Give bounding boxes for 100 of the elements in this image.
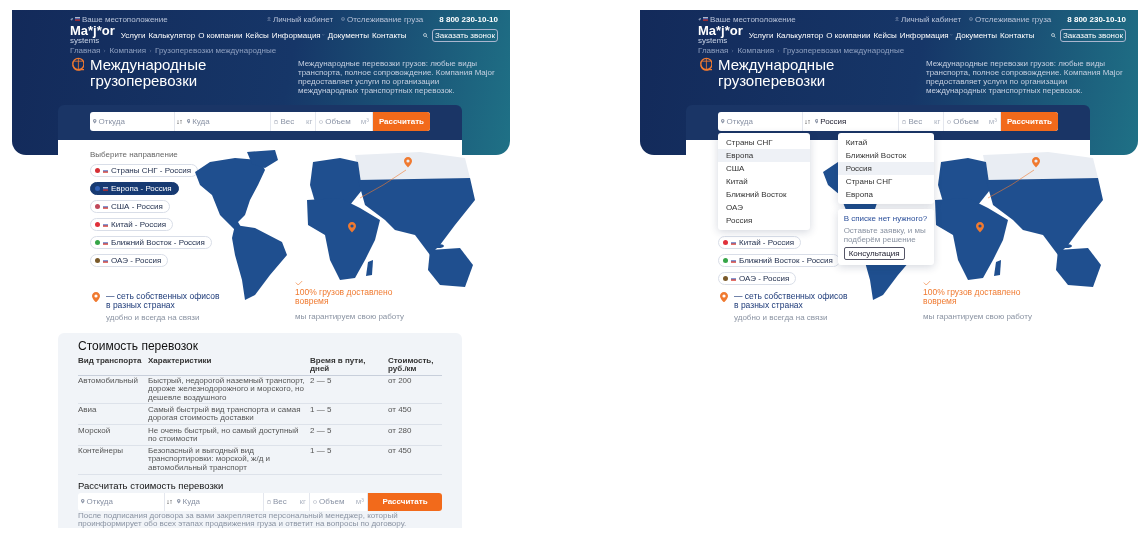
location-pin-icon (720, 292, 728, 303)
scale-icon (274, 119, 279, 124)
direction-chip[interactable]: ОАЭ - Россия (90, 254, 169, 267)
flag-icon (103, 186, 108, 191)
nav-item[interactable]: Кейсы (245, 30, 269, 40)
nav-item[interactable]: Информация (899, 30, 953, 40)
swap-icon (804, 118, 810, 125)
direction-chip[interactable]: Китай - Россия (718, 236, 801, 249)
callback-button[interactable]: Заказать звонок (1060, 28, 1126, 42)
check-icon (923, 280, 931, 286)
target-icon (969, 17, 974, 21)
user-icon (266, 17, 271, 21)
page-description: Международные перевозки грузов: любые виды транспорта, полное сопровождение. Компания Major предоставляет услуги по организации международных транспортных перевозок. (298, 59, 496, 95)
account-link[interactable]: Личный кабинет (900, 14, 962, 24)
column-header: Стоимость, руб./км (388, 355, 442, 376)
direction-chip[interactable]: Ближний Восток - Россия (90, 236, 212, 249)
breadcrumb-link[interactable]: Грузоперевозки международные (155, 46, 277, 55)
direction-chip[interactable]: Ближний Восток - Россия (718, 254, 840, 267)
flag-icon (103, 168, 108, 173)
direction-chip[interactable]: Страны СНГ - Россия (90, 164, 198, 177)
breadcrumb-link[interactable]: Грузоперевозки международные (783, 46, 905, 55)
dropdown-option[interactable]: Европа (718, 149, 810, 162)
nav-item[interactable]: О компании (826, 30, 871, 40)
logo[interactable]: Ma*j*or (698, 25, 743, 37)
logo[interactable]: Ma*j*or (70, 25, 115, 37)
nav-item[interactable]: Документы (327, 30, 369, 40)
scale-icon (902, 119, 907, 124)
page-title: Международные грузоперевозки (90, 57, 208, 89)
phone-number[interactable]: 8 800 230-10-10 (1067, 14, 1126, 24)
dropdown-option[interactable]: Китай (718, 175, 810, 188)
flag-icon (731, 276, 736, 281)
table-cell: Контейнеры (78, 445, 148, 475)
flag-icon (103, 204, 108, 209)
flag-icon (75, 17, 80, 21)
direction-chip[interactable]: Китай - Россия (90, 218, 173, 231)
nav-item[interactable]: Документы (955, 30, 997, 40)
dropdown-option[interactable]: Китай (837, 136, 934, 149)
route-line (359, 169, 407, 199)
location-icon (814, 119, 819, 124)
nav-item[interactable]: Калькулятор (776, 30, 824, 40)
help-title: В списке нет нужного? (843, 214, 928, 223)
logo-subtitle: systems (70, 37, 100, 45)
to-field[interactable]: Россия (811, 112, 900, 131)
nav-item[interactable]: О компании (198, 30, 243, 40)
nav-item[interactable]: Контакты (999, 30, 1035, 40)
nav-item[interactable]: Информация (271, 30, 325, 40)
dropdown-option[interactable]: Россия (718, 214, 810, 227)
direction-chip[interactable]: ОАЭ - Россия (718, 272, 797, 285)
location-arrow-icon (70, 17, 73, 21)
location-icon (721, 119, 725, 124)
location-pin-icon (1032, 157, 1040, 168)
table-cell: Авиа (78, 404, 148, 426)
stat-text: — сеть собственных офисов в разных странах (106, 292, 221, 310)
table-cell: 2 — 5 (310, 375, 388, 405)
island (366, 260, 373, 276)
page-description: Международные перевозки грузов: любые виды транспорта, полное сопровождение. Компания Major предоставляет услуги по организации международных транспортных перевозок. (926, 59, 1124, 95)
user-icon (894, 17, 899, 21)
dropdown-option[interactable]: Страны СНГ (718, 136, 810, 149)
cube-icon (947, 119, 952, 124)
consultation-button[interactable]: Консультация (843, 247, 905, 260)
stat-text: 100% грузов доставлено вовремя (295, 288, 394, 306)
help-text: Оставьте заявку, и мы подберём решение (843, 226, 927, 244)
tracking-link[interactable]: Отслеживание груза (975, 14, 1052, 24)
island (994, 260, 1001, 276)
nav-item[interactable]: Услуги (748, 30, 774, 40)
direction-chip[interactable]: США - Россия (90, 200, 170, 213)
stat-caption: мы гарантируем свою работу (923, 312, 1033, 321)
stat-text: — сеть собственных офисов в разных странах (734, 292, 849, 310)
nav-item[interactable]: Калькулятор (148, 30, 196, 40)
flag-icon (103, 222, 108, 227)
callback-button[interactable]: Заказать звонок (432, 28, 498, 42)
directions-heading: Выберите направление (90, 150, 178, 159)
swap-icon (176, 118, 182, 125)
table-cell: 2 — 5 (310, 425, 388, 446)
breadcrumb-link[interactable]: Главная (698, 46, 729, 55)
breadcrumb-link[interactable]: Главная (70, 46, 101, 55)
nav-item[interactable]: Услуги (120, 30, 146, 40)
dropdown-option[interactable]: США (718, 162, 810, 175)
target-icon (341, 17, 346, 21)
swap-icon (167, 498, 172, 505)
search-icon (423, 32, 429, 38)
phone-number[interactable]: 8 800 230-10-10 (439, 14, 498, 24)
tracking-link[interactable]: Отслеживание груза (347, 14, 424, 24)
dropdown-option[interactable]: Страны СНГ (837, 175, 934, 188)
direction-chip[interactable]: Европа - Россия (90, 182, 179, 195)
island (247, 150, 278, 168)
breadcrumb-link[interactable]: Компания (109, 46, 147, 55)
nav-item[interactable]: Контакты (371, 30, 407, 40)
dropdown-option[interactable]: Ближний Восток (718, 188, 810, 201)
location-text[interactable]: Ваше местоположение (82, 14, 168, 24)
location-pin-icon (404, 157, 412, 168)
dropdown-option[interactable]: ОАЭ (718, 201, 810, 214)
dropdown-option[interactable]: Ближний Восток (837, 149, 934, 162)
account-link[interactable]: Личный кабинет (272, 14, 334, 24)
dropdown-option[interactable]: Европа (837, 188, 934, 201)
location-text[interactable]: Ваше местоположение (710, 14, 796, 24)
dropdown-option[interactable]: Россия (837, 162, 934, 175)
flag-icon (103, 258, 108, 263)
breadcrumb-link[interactable]: Компания (737, 46, 775, 55)
nav-item[interactable]: Кейсы (873, 30, 897, 40)
